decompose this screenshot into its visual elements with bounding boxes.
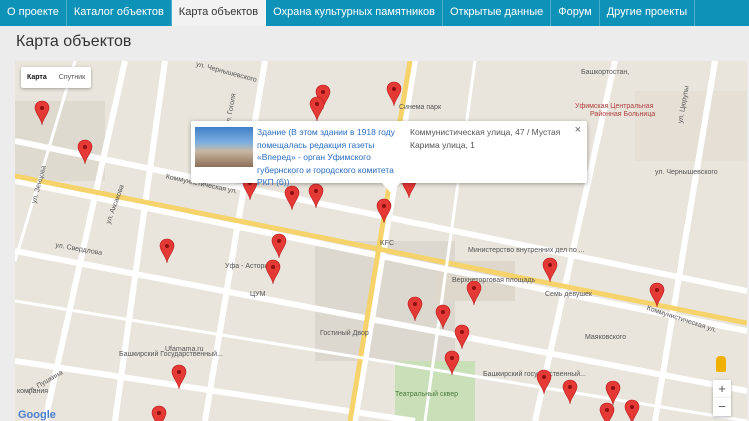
tab-other-projects[interactable]: Другие проекты	[600, 0, 696, 26]
tab-heritage-protection[interactable]: Охрана культурных памятников	[266, 0, 443, 26]
google-logo: Google	[18, 409, 56, 421]
map-label: Театральный сквер	[395, 391, 458, 398]
map-label: Верхнеторговая площадь	[452, 277, 536, 284]
map-label: Башкирский Государственный...	[119, 351, 223, 358]
tab-forum[interactable]: Форум	[551, 0, 600, 26]
map-type-satellite-button[interactable]: Спутник	[53, 67, 91, 88]
info-window: Здание (В этом здании в 1918 году помеща…	[191, 121, 587, 193]
map-label: Гостиный Двор	[320, 330, 369, 337]
map-label: Синема парк	[399, 104, 442, 111]
tab-open-data[interactable]: Открытые данные	[443, 0, 552, 26]
map-label: Семь девушек	[545, 291, 592, 298]
building-photo	[195, 127, 253, 167]
street-view-pegman-icon[interactable]	[716, 356, 726, 372]
zoom-in-button[interactable]: +	[713, 380, 731, 398]
map-label: Башкирский государственный...	[483, 371, 586, 378]
map-label: KFC	[380, 240, 394, 247]
tab-map[interactable]: Карта объектов	[171, 0, 267, 26]
map-label: Министерство внутренних дел по ...	[468, 247, 585, 254]
map-label: Районная Больница	[590, 111, 656, 118]
top-navigation: О проекте Каталог объектов Карта объекто…	[0, 0, 749, 26]
map-label: Уфимская Центральная	[575, 103, 654, 110]
page-title: Карта объектов	[16, 33, 132, 50]
zoom-out-button[interactable]: −	[713, 398, 731, 416]
object-address: Коммунистическая улица, 47 / Мустая Кари…	[410, 127, 561, 150]
map-type-control: Карта Спутник	[21, 67, 92, 88]
map-label: Башкортостан,	[581, 69, 630, 76]
tab-catalog[interactable]: Каталог объектов	[67, 0, 172, 26]
close-icon[interactable]: ×	[575, 124, 581, 136]
map-type-map-button[interactable]: Карта	[21, 67, 53, 88]
map-label: ЦУМ	[250, 291, 266, 298]
map-canvas[interactable]: Башкортостан, ул. Чернышевского Синема п…	[15, 61, 747, 421]
map-label: ул. Чернышевского	[655, 169, 718, 176]
tab-about[interactable]: О проекте	[0, 0, 67, 26]
map-label: компания	[17, 388, 49, 395]
object-link[interactable]: Здание (В этом здании в 1918 году помеща…	[257, 126, 407, 189]
map-label: Уфа - Астория	[225, 263, 273, 270]
map-label: Маяковского	[585, 334, 627, 341]
